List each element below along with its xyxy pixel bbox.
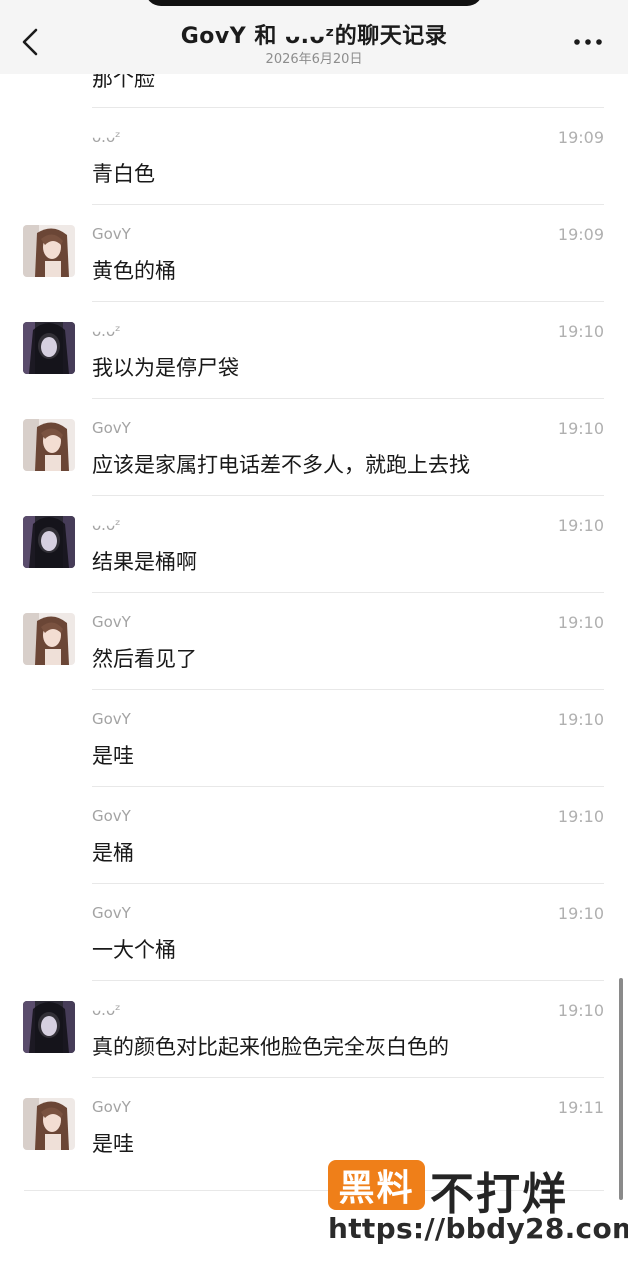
message-row: GovY 19:10 然后看见了 [0, 593, 628, 690]
message-sender: ᴗ.ᴗᶻ [92, 516, 121, 534]
message-sender: GovY [92, 225, 131, 243]
message-sender: ᴗ.ᴗᶻ [92, 1001, 121, 1019]
chat-history-list[interactable]: 那个脸 ᴗ.ᴗᶻ 19:09 青白色 GovY 19:09 黄色的桶 ᴗ.ᴗᶻ 19:10 我以… [0, 0, 628, 1280]
message-sender: GovY [92, 807, 131, 825]
message-text: 一大个桶 [92, 938, 176, 962]
page-subtitle-date: 2026年6月20日 [265, 52, 363, 67]
message-time: 19:10 [557, 613, 604, 632]
message-time: 19:10 [557, 1001, 604, 1020]
message-sender: ᴗ.ᴗᶻ [92, 128, 121, 146]
message-text: 结果是桶啊 [92, 550, 197, 574]
message-row: ᴗ.ᴗᶻ 19:10 我以为是停尸袋 [0, 302, 628, 399]
message-text: 然后看见了 [92, 647, 197, 671]
message-sender: GovY [92, 613, 131, 631]
message-sender: GovY [92, 419, 131, 437]
message-text: 是哇 [92, 744, 134, 768]
avatar-govy[interactable] [23, 225, 75, 277]
message-time: 19:10 [557, 516, 604, 535]
message-text: 我以为是停尸袋 [92, 356, 239, 380]
nav-header: GovY 和 ᴗ.ᴗᶻ的聊天记录 2026年6月20日 [0, 0, 628, 74]
message-text: 是桶 [92, 841, 134, 865]
message-time: 19:10 [557, 419, 604, 438]
message-sender: GovY [92, 710, 131, 728]
message-time: 19:09 [557, 225, 604, 244]
message-text: 真的颜色对比起来他脸色完全灰白色的 [92, 1035, 449, 1059]
message-time: 19:10 [557, 807, 604, 826]
avatar-other[interactable] [23, 516, 75, 568]
message-text: 黄色的桶 [92, 259, 176, 283]
message-row: GovY 19:10 应该是家属打电话差不多人，就跑上去找 [0, 399, 628, 496]
message-row: GovY 19:10 一大个桶 [0, 884, 628, 981]
device-notch [145, 0, 483, 6]
page-title: GovY 和 ᴗ.ᴗᶻ的聊天记录 [180, 24, 448, 49]
message-time: 19:10 [557, 710, 604, 729]
scrollbar[interactable] [619, 978, 623, 1200]
avatar-govy[interactable] [23, 419, 75, 471]
message-time: 19:10 [557, 904, 604, 923]
message-text: 应该是家属打电话差不多人，就跑上去找 [92, 453, 470, 477]
message-sender: GovY [92, 1098, 131, 1116]
avatar-govy[interactable] [23, 613, 75, 665]
avatar-other[interactable] [23, 322, 75, 374]
message-row: ᴗ.ᴗᶻ 19:09 青白色 [0, 108, 628, 205]
message-row: GovY 19:10 是哇 [0, 690, 628, 787]
message-sender: ᴗ.ᴗᶻ [92, 322, 121, 340]
more-dots-icon [574, 39, 602, 45]
message-time: 19:10 [557, 322, 604, 341]
avatar-govy[interactable] [23, 1098, 75, 1150]
message-row: ᴗ.ᴗᶻ 19:10 结果是桶啊 [0, 496, 628, 593]
message-text: 青白色 [92, 162, 155, 186]
message-row: GovY 19:10 是桶 [0, 787, 628, 884]
watermark-logo: 黑料 [328, 1160, 425, 1210]
message-row: GovY 19:09 黄色的桶 [0, 205, 628, 302]
avatar-other[interactable] [23, 1001, 75, 1053]
message-row: ᴗ.ᴗᶻ 19:10 真的颜色对比起来他脸色完全灰白色的 [0, 981, 628, 1078]
watermark-logo-text: 黑料 [338, 1168, 415, 1209]
more-button[interactable] [570, 32, 606, 52]
message-sender: GovY [92, 904, 131, 922]
message-text: 是哇 [92, 1132, 134, 1156]
message-time: 19:11 [557, 1098, 604, 1117]
watermark-url: https://bbdy28.com [328, 1212, 628, 1245]
message-time: 19:09 [557, 128, 604, 147]
